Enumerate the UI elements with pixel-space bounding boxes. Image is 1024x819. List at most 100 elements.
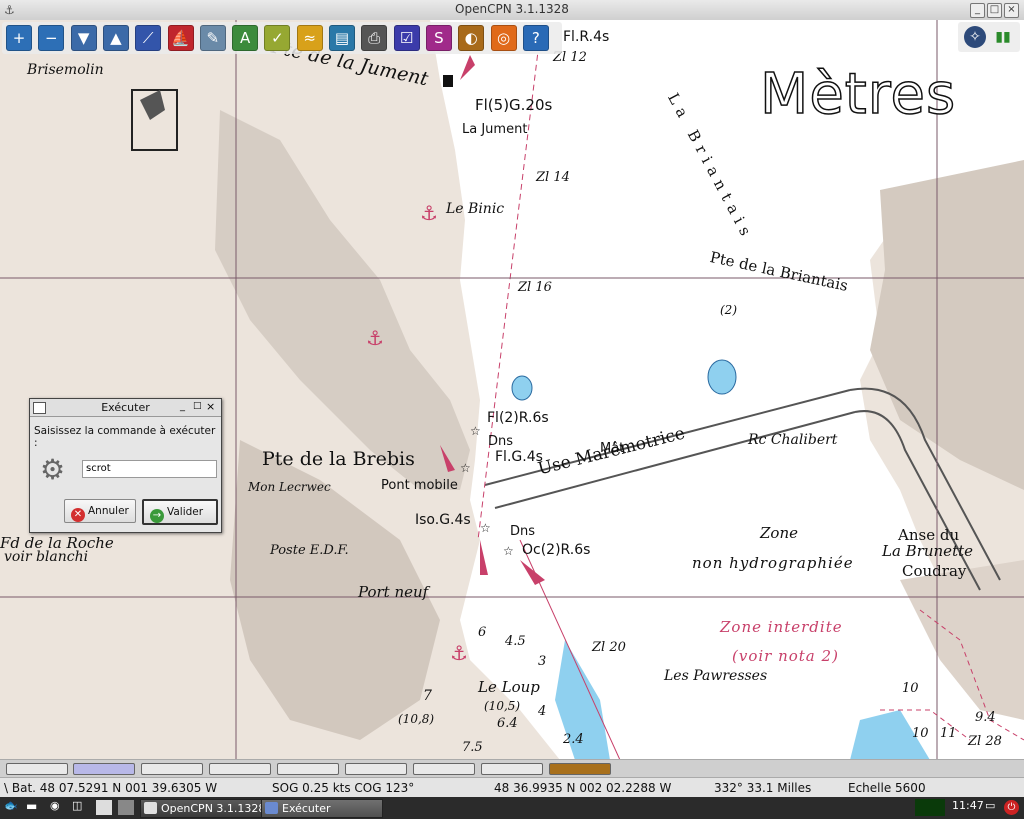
maximize-button[interactable]: □ — [987, 3, 1002, 18]
anchor-3: ⚓ — [450, 641, 468, 665]
chart-canvas[interactable]: ⚓ ⚓ ⚓ ☆ ☆ ☆ ☆ Fl.R.4s Zl 12 Pte de la Ju… — [0, 20, 1024, 760]
label-fl5g20s: Fl(5)G.20s — [475, 96, 553, 114]
taskbar-opencpn[interactable]: OpenCPN 3.1.1328 — [140, 799, 280, 818]
mob-button[interactable]: ◎ — [490, 25, 517, 51]
chart-tile-active[interactable] — [73, 763, 135, 775]
label-zl28: Zl 28 — [968, 734, 1002, 749]
label-dns-2: Dns — [510, 524, 536, 539]
colour-scheme-button[interactable]: ◐ — [458, 25, 485, 51]
execute-task-icon — [265, 802, 278, 814]
scale-out-icon: ▲ — [110, 29, 122, 47]
chart-tile[interactable] — [6, 763, 68, 775]
label-le-binic: Le Binic — [446, 201, 505, 217]
compass-widget[interactable]: ✧ ▮▮ — [958, 22, 1020, 52]
chart-tile[interactable] — [141, 763, 203, 775]
main-toolbar: + − ▼ ▲ ⟋ ⛵ ✎ A ✓ ≈ ▤ ⎙ ☑ S ◐ ◎? — [2, 22, 562, 54]
status-sog-cog: SOG 0.25 kts COG 123° — [272, 781, 415, 795]
chart-tile[interactable] — [209, 763, 271, 775]
chart-tile[interactable] — [345, 763, 407, 775]
current-button[interactable]: ✓ — [264, 25, 291, 51]
text-icon: A — [239, 29, 251, 47]
gpx-button[interactable]: ▤ — [329, 25, 355, 51]
chart-tile[interactable] — [413, 763, 475, 775]
window-title: OpenCPN 3.1.1328 — [455, 2, 569, 16]
minimize-button[interactable]: _ — [970, 3, 985, 18]
dialog-maximize-button[interactable]: □ — [193, 401, 202, 411]
sounding: (10,8) — [398, 712, 435, 726]
run-command-dialog: Exécuter _ □ × Saisissez la commande à e… — [29, 398, 222, 533]
start-menu-icon[interactable]: 🐟 — [4, 799, 18, 812]
settings-button[interactable]: ✎ — [199, 25, 226, 51]
route-manager-icon: ☑ — [399, 29, 414, 47]
colour-scheme-icon: ◐ — [464, 29, 478, 47]
chart-tile-highlight[interactable] — [549, 763, 611, 775]
label-fl2r6s: Fl(2)R.6s — [487, 410, 549, 426]
label-les-pawresses: Les Pawresses — [664, 668, 768, 684]
clock: 11:47 — [952, 799, 984, 812]
sounding: 9.4 — [975, 710, 996, 725]
route-button[interactable]: ⟋ — [135, 25, 162, 51]
sounding: 4.5 — [505, 634, 526, 649]
label-poste-edf: Poste E.D.F. — [270, 543, 349, 558]
anchor-2: ⚓ — [366, 326, 384, 350]
label-two: (2) — [720, 303, 737, 317]
zoom-out-button[interactable]: − — [38, 25, 65, 51]
coast-right — [870, 160, 1024, 490]
auto-follow-button[interactable]: ⛵ — [167, 25, 194, 51]
command-input[interactable]: scrot — [82, 460, 217, 478]
track-button[interactable]: S — [425, 25, 452, 51]
zoom-out-icon: − — [45, 29, 58, 47]
label-coudray: Coudray — [902, 562, 967, 580]
scale-in-icon: ▼ — [77, 29, 90, 47]
star-1: ☆ — [470, 424, 481, 438]
shallow-1 — [511, 375, 533, 401]
tides-button[interactable]: ≈ — [296, 25, 323, 51]
cancel-button[interactable]: ✕ Annuler — [64, 499, 136, 523]
window-titlebar[interactable]: ⚓ OpenCPN 3.1.1328 _ □ × — [0, 0, 1024, 21]
network-icon[interactable]: ▭ — [985, 799, 995, 812]
sounding: 10 — [912, 726, 929, 741]
power-icon[interactable]: ⏻ — [1004, 800, 1019, 815]
taskbar-execute[interactable]: Exécuter — [261, 799, 383, 818]
mob-icon: ◎ — [496, 29, 511, 47]
print-button[interactable]: ⎙ — [361, 25, 388, 51]
sounding: 3 — [538, 654, 547, 669]
track-icon: S — [434, 29, 444, 47]
chart-tile[interactable] — [277, 763, 339, 775]
label-brisemolin: Brisemolin — [27, 62, 104, 78]
workspace-2[interactable] — [118, 800, 134, 815]
compass-icon: ✧ — [964, 26, 986, 48]
dialog-menu-icon[interactable] — [33, 402, 46, 414]
label-la-jument: La Jument — [462, 122, 528, 137]
route-manager-button[interactable]: ☑ — [393, 25, 420, 51]
star-4: ☆ — [503, 544, 514, 558]
dialog-close-button[interactable]: × — [206, 400, 215, 413]
chart-quilt-bar — [0, 759, 1024, 778]
close-button[interactable]: × — [1004, 3, 1019, 18]
route-icon: ⟋ — [142, 29, 154, 47]
workspace-1[interactable] — [96, 800, 112, 815]
print-icon: ⎙ — [368, 29, 381, 47]
text-button[interactable]: A — [232, 25, 259, 51]
status-bar: \ Bat. 48 07.5291 N 001 39.6305 W SOG 0.… — [0, 777, 1024, 798]
opencpn-task-icon — [144, 802, 157, 814]
label-pointe-brebis: Pte de la Brebis — [262, 448, 415, 470]
folder-icon[interactable]: ▬ — [26, 799, 37, 813]
label-zone: Zone — [760, 524, 798, 542]
zoom-in-button[interactable]: + — [6, 25, 32, 51]
sounding: 10 — [902, 681, 919, 696]
label-pont-mobile: Pont mobile — [381, 478, 458, 493]
show-desktop-icon[interactable]: ◫ — [72, 799, 82, 812]
help-button[interactable]: ? — [522, 25, 549, 51]
browser-icon[interactable]: ◉ — [50, 799, 60, 812]
taskbar-opencpn-label: OpenCPN 3.1.1328 — [161, 802, 266, 815]
ok-button[interactable]: → Valider — [142, 499, 218, 525]
dialog-minimize-button[interactable]: _ — [180, 401, 185, 412]
settings-icon: ✎ — [206, 29, 220, 47]
cancel-icon: ✕ — [71, 508, 85, 522]
scale-in-button[interactable]: ▼ — [70, 25, 97, 51]
label-iso-g-4s: Iso.G.4s — [415, 512, 471, 528]
dialog-prompt: Saisissez la commande à exécuter : — [34, 425, 216, 449]
scale-out-button[interactable]: ▲ — [102, 25, 129, 51]
chart-tile[interactable] — [481, 763, 543, 775]
